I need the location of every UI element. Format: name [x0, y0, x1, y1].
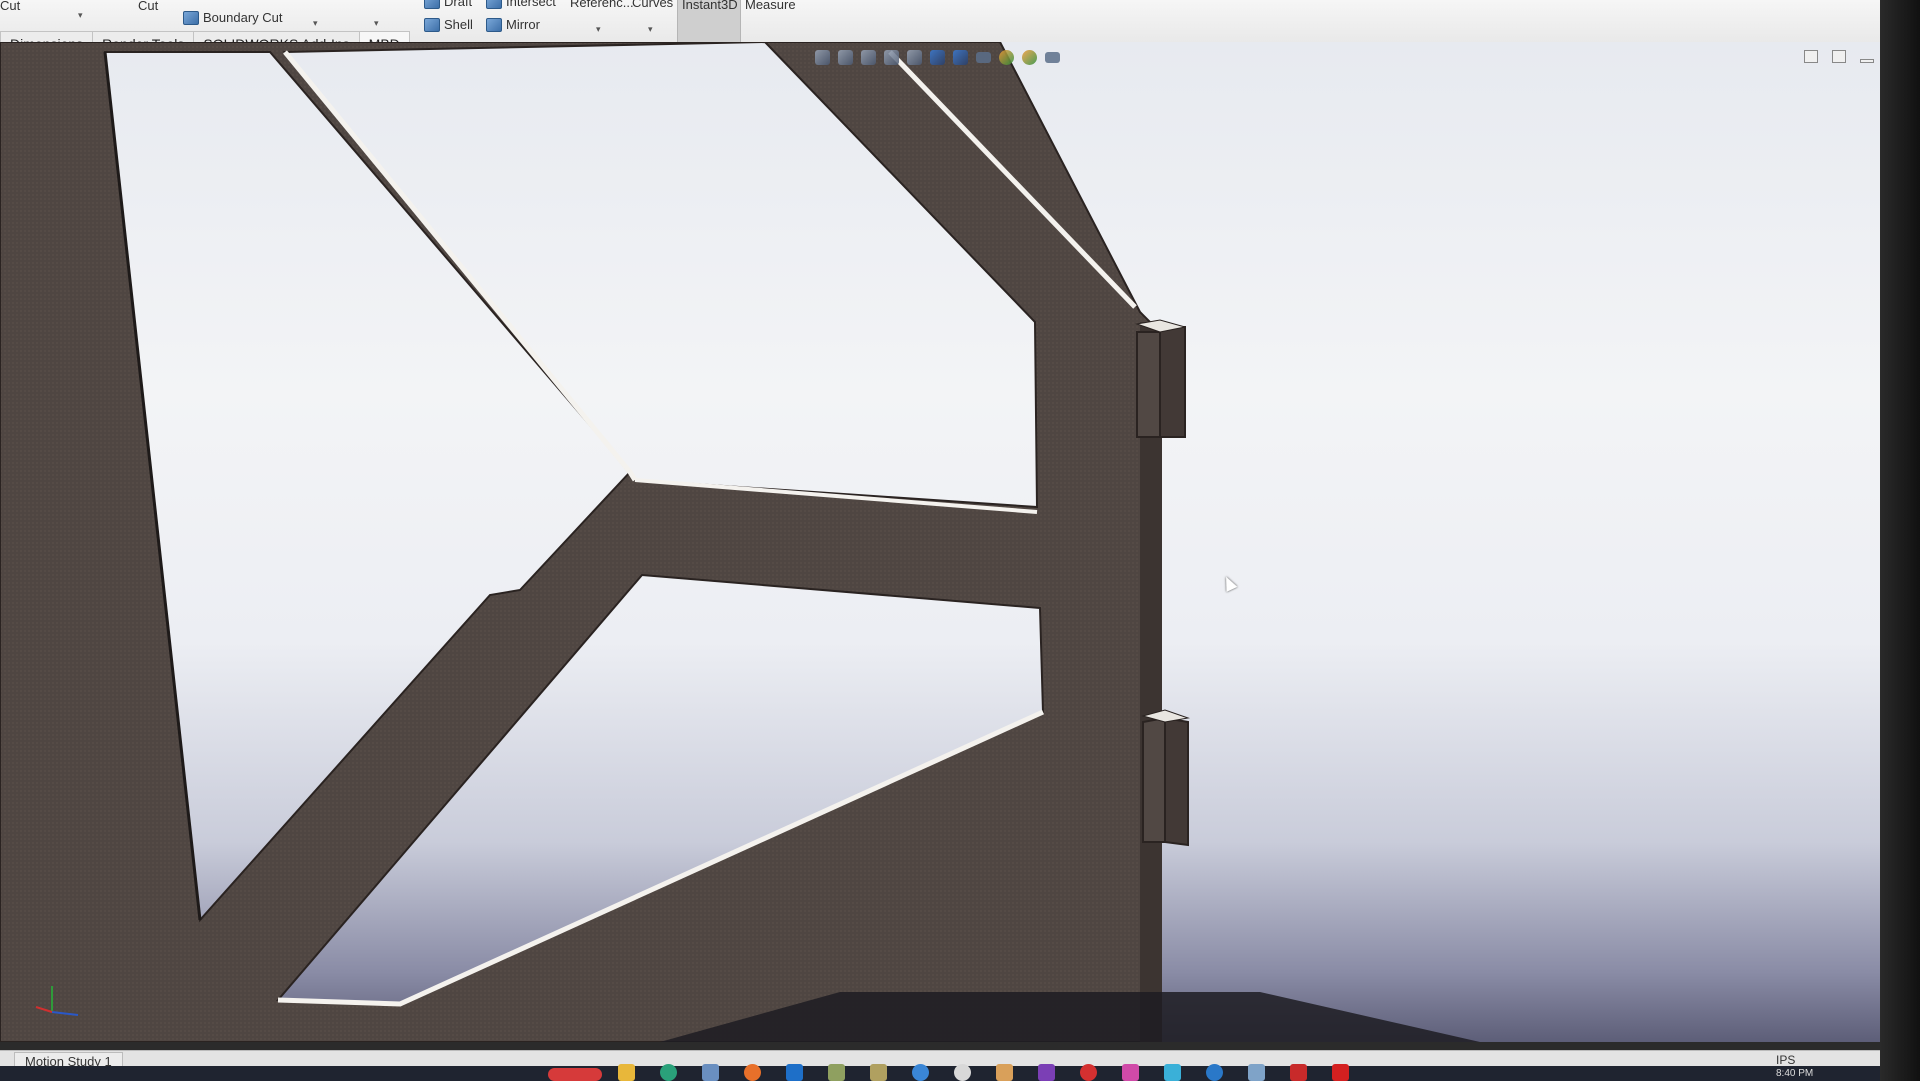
hide-show-icon[interactable]	[976, 52, 991, 63]
ccleaner-icon[interactable]	[1206, 1064, 1223, 1081]
boundary-cut-label: Boundary Cut	[203, 10, 283, 25]
tile-window-icon[interactable]	[1832, 50, 1846, 63]
cut-label: Cut	[0, 0, 21, 13]
settings-icon[interactable]	[828, 1064, 845, 1081]
upper-mounting-tab	[1135, 319, 1186, 438]
draft-icon	[424, 0, 440, 9]
section-view-icon[interactable]	[884, 50, 899, 65]
store-icon[interactable]	[702, 1064, 719, 1081]
tool-icon[interactable]	[870, 1064, 887, 1081]
units-indicator[interactable]: IPS	[1776, 1053, 1795, 1067]
firefox-icon[interactable]	[744, 1064, 761, 1081]
draft-label: Draft	[444, 0, 473, 9]
reference-dropdown-chevron-icon[interactable]: ▾	[596, 24, 601, 35]
top-hole-highlight-edge	[283, 50, 638, 482]
restore-window-icon[interactable]	[1804, 50, 1818, 63]
minimize-window-icon[interactable]	[1860, 59, 1874, 63]
measure-label: Measure	[745, 0, 796, 12]
view-settings-icon[interactable]	[1045, 52, 1060, 63]
app-icon[interactable]	[1122, 1064, 1139, 1081]
display-style-icon[interactable]	[953, 50, 968, 65]
view-orientation-icon[interactable]	[930, 50, 945, 65]
boundary-cut-icon	[183, 10, 199, 25]
draft-button[interactable]: Draft	[424, 0, 472, 9]
cut-dropdown-chevron-icon[interactable]: ▾	[78, 10, 83, 21]
previous-view-icon[interactable]	[861, 50, 876, 65]
cut-command[interactable]: Cut	[0, 0, 20, 13]
mirror-icon	[486, 17, 502, 32]
photos-icon[interactable]	[996, 1064, 1013, 1081]
part-model-3d	[0, 42, 1480, 1042]
record-icon[interactable]	[1080, 1064, 1097, 1081]
document-window-controls	[1804, 50, 1874, 63]
measure-button[interactable]: Measure	[745, 0, 796, 12]
zoom-to-fit-icon[interactable]	[815, 50, 830, 65]
graphics-viewport[interactable]	[0, 42, 1880, 1042]
instant3d-button[interactable]: Instant3D	[677, 0, 741, 42]
curves-label: Curves	[632, 0, 674, 10]
solidworks-icon[interactable]	[1290, 1064, 1307, 1081]
intersect-label: Intersect	[506, 0, 556, 9]
file-explorer-icon[interactable]	[618, 1064, 635, 1081]
curves-button[interactable]: Curves	[632, 0, 673, 10]
shell-icon	[424, 17, 440, 32]
boundary-cut-button[interactable]: Boundary Cut	[183, 10, 283, 25]
monitor-icon[interactable]	[1248, 1064, 1265, 1081]
monitor-bezel	[1880, 0, 1920, 1081]
outlook-icon[interactable]	[786, 1064, 803, 1081]
zoom-area-icon[interactable]	[838, 50, 853, 65]
taskbar-clock[interactable]: 8:40 PM	[1776, 1068, 1813, 1079]
calculator-icon[interactable]	[1164, 1064, 1181, 1081]
media-icon[interactable]	[954, 1064, 971, 1081]
shell-button[interactable]: Shell	[424, 17, 473, 32]
bracket-frame-body	[0, 42, 1161, 1042]
apply-scene-icon[interactable]	[1022, 50, 1037, 65]
cut-top-command[interactable]: Cut	[138, 0, 158, 13]
features-dropdown-chevron-icon[interactable]: ▾	[374, 18, 379, 29]
intersect-button[interactable]: Intersect	[486, 0, 556, 9]
boundary-dropdown-chevron-icon[interactable]: ▾	[313, 18, 318, 29]
mirror-label: Mirror	[506, 17, 540, 32]
curves-dropdown-chevron-icon[interactable]: ▾	[648, 24, 653, 35]
acrobat-icon[interactable]	[1332, 1064, 1349, 1081]
reference-triad-icon	[35, 986, 79, 1016]
browser-icon[interactable]	[912, 1064, 929, 1081]
heads-up-view-toolbar	[815, 50, 1060, 65]
dynamic-annotation-icon[interactable]	[907, 50, 922, 65]
onenote-icon[interactable]	[1038, 1064, 1055, 1081]
cut-top-label: Cut	[138, 0, 159, 13]
shell-label: Shell	[444, 17, 473, 32]
edit-appearance-icon[interactable]	[999, 50, 1014, 65]
edge-icon[interactable]	[660, 1064, 677, 1081]
intersect-icon	[486, 0, 502, 9]
reference-geometry-button[interactable]: Referenc...	[570, 0, 634, 10]
instant3d-label: Instant3D	[682, 0, 738, 12]
lower-mounting-tab	[1141, 709, 1190, 847]
mirror-button[interactable]: Mirror	[486, 17, 540, 32]
reference-geometry-label: Referenc...	[570, 0, 634, 10]
search-icon[interactable]	[548, 1068, 602, 1081]
